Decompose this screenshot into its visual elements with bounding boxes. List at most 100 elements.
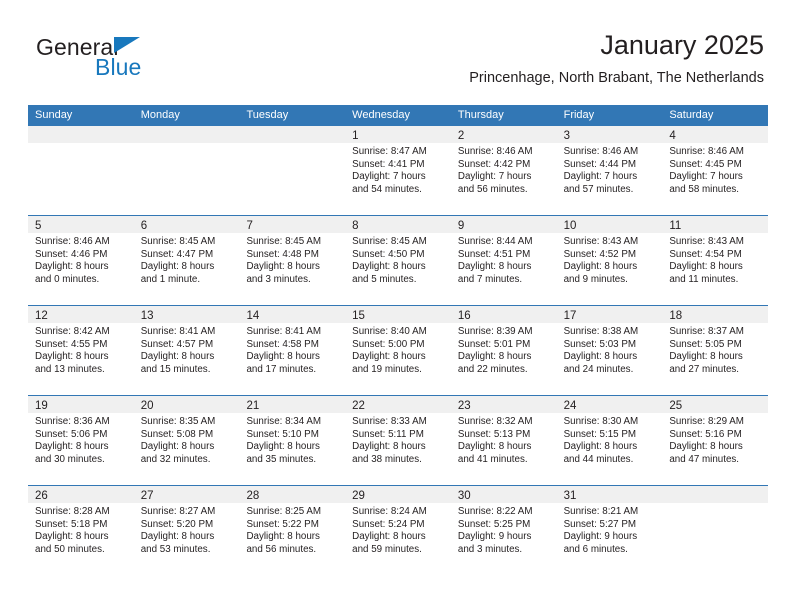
calendar-day-cell[interactable]: 30 Sunrise: 8:22 AM Sunset: 5:25 PM Dayligh… (450, 486, 557, 575)
day-sun-info: Sunrise: 8:41 AM Sunset: 4:58 PM Daylight:… (239, 323, 345, 376)
day-number: 9 (457, 220, 465, 232)
calendar-day-cell[interactable]: 2 Sunrise: 8:46 AM Sunset: 4:42 PM Daylight… (450, 126, 557, 215)
day-number-band: 23 (450, 396, 557, 413)
daylight-text-line1: Daylight: 8 hours (140, 351, 215, 363)
calendar-day-cell[interactable]: 11 Sunrise: 8:43 AM Sunset: 4:54 PM Dayligh… (662, 216, 769, 305)
sunrise-text: Sunrise: 8:21 AM (563, 506, 639, 517)
calendar-page: General Blue January 2025 Princenhage, N… (0, 0, 792, 612)
day-number: 21 (246, 400, 260, 412)
day-number-band: 14 (239, 306, 346, 323)
day-number-band: 5 (28, 216, 134, 233)
daylight-text-line1: Daylight: 9 hours (457, 531, 532, 543)
calendar-day-cell[interactable]: 17 Sunrise: 8:38 AM Sunset: 5:03 PM Dayligh… (556, 306, 663, 395)
sunrise-text: Sunrise: 8:46 AM (35, 236, 110, 247)
day-number: 11 (669, 220, 682, 232)
day-number-band: 25 (662, 396, 769, 413)
sunset-text: Sunset: 5:03 PM (563, 338, 637, 350)
weekday-header-tuesday: Tuesday (246, 109, 289, 121)
calendar-day-cell[interactable]: 12 Sunrise: 8:42 AM Sunset: 4:55 PM Dayligh… (28, 306, 134, 395)
daylight-text-line2: and 53 minutes. (140, 543, 211, 555)
sunrise-text: Sunrise: 8:45 AM (352, 236, 427, 247)
day-sun-info (662, 503, 768, 506)
daylight-text-line1: Daylight: 8 hours (35, 441, 109, 453)
day-number-band: 2 (450, 126, 557, 143)
day-number-band (662, 486, 769, 503)
calendar-day-cell[interactable]: 22 Sunrise: 8:33 AM Sunset: 5:11 PM Dayligh… (345, 396, 451, 485)
day-sun-info: Sunrise: 8:46 AM Sunset: 4:46 PM Daylight:… (28, 233, 134, 286)
sunrise-text: Sunrise: 8:35 AM (140, 416, 216, 427)
calendar-day-cell[interactable]: 24 Sunrise: 8:30 AM Sunset: 5:15 PM Dayligh… (556, 396, 663, 485)
calendar-day-cell[interactable]: 19 Sunrise: 8:36 AM Sunset: 5:06 PM Dayligh… (28, 396, 134, 485)
sunset-text: Sunset: 4:48 PM (246, 248, 319, 260)
weekday-header-saturday: Saturday (669, 109, 714, 121)
day-number: 19 (35, 400, 48, 412)
calendar-day-cell[interactable]: 7 Sunrise: 8:45 AM Sunset: 4:48 PM Daylight… (239, 216, 346, 305)
calendar-day-cell[interactable]: 4 Sunrise: 8:46 AM Sunset: 4:45 PM Daylight… (662, 126, 769, 215)
day-number: 22 (352, 400, 365, 412)
daylight-text-line2: and 6 minutes. (563, 543, 628, 555)
day-sun-info: Sunrise: 8:36 AM Sunset: 5:06 PM Daylight:… (28, 413, 134, 466)
sunset-text: Sunset: 5:01 PM (457, 338, 531, 350)
calendar-day-cell[interactable]: 5 Sunrise: 8:46 AM Sunset: 4:46 PM Daylight… (28, 216, 134, 305)
calendar-day-cell[interactable]: 20 Sunrise: 8:35 AM Sunset: 5:08 PM Dayligh… (133, 396, 240, 485)
daylight-text-line2: and 27 minutes. (669, 363, 740, 375)
sunset-text: Sunset: 4:57 PM (140, 338, 214, 350)
calendar-day-cell[interactable]: 29 Sunrise: 8:24 AM Sunset: 5:24 PM Dayligh… (345, 486, 451, 575)
day-sun-info: Sunrise: 8:32 AM Sunset: 5:13 PM Daylight:… (451, 413, 557, 466)
calendar-week-row: 26 Sunrise: 8:28 AM Sunset: 5:18 PM Dayligh… (28, 485, 769, 575)
daylight-text-line2: and 32 minutes. (140, 453, 211, 465)
daylight-text-line1: Daylight: 9 hours (563, 531, 638, 543)
calendar-day-cell[interactable]: 25 Sunrise: 8:29 AM Sunset: 5:16 PM Dayligh… (662, 396, 769, 485)
sunrise-text: Sunrise: 8:38 AM (563, 326, 639, 337)
daylight-text-line2: and 0 minutes. (35, 273, 100, 285)
calendar-day-cell[interactable]: 15 Sunrise: 8:40 AM Sunset: 5:00 PM Dayligh… (345, 306, 451, 395)
day-sun-info: Sunrise: 8:46 AM Sunset: 4:45 PM Daylight:… (662, 143, 768, 196)
calendar-day-cell[interactable]: 28 Sunrise: 8:25 AM Sunset: 5:22 PM Dayligh… (239, 486, 346, 575)
sunset-text: Sunset: 5:16 PM (669, 428, 742, 440)
day-number: 26 (35, 490, 48, 502)
daylight-text-line2: and 38 minutes. (352, 453, 422, 465)
sunrise-text: Sunrise: 8:41 AM (246, 326, 322, 337)
calendar-day-cell[interactable]: 9 Sunrise: 8:44 AM Sunset: 4:51 PM Daylight… (450, 216, 557, 305)
calendar-day-cell-empty (662, 486, 769, 575)
sunset-text: Sunset: 5:06 PM (35, 428, 108, 440)
day-number: 28 (246, 490, 260, 502)
day-number-band: 22 (345, 396, 451, 413)
calendar-day-cell[interactable]: 27 Sunrise: 8:27 AM Sunset: 5:20 PM Dayligh… (133, 486, 240, 575)
calendar-day-cell[interactable]: 16 Sunrise: 8:39 AM Sunset: 5:01 PM Dayligh… (450, 306, 557, 395)
general-blue-logo[interactable]: General Blue (36, 34, 236, 90)
day-number: 25 (669, 400, 683, 412)
calendar-day-cell[interactable]: 6 Sunrise: 8:45 AM Sunset: 4:47 PM Daylight… (133, 216, 240, 305)
calendar-day-cell[interactable]: 13 Sunrise: 8:41 AM Sunset: 4:57 PM Dayligh… (133, 306, 240, 395)
calendar-day-cell[interactable]: 14 Sunrise: 8:41 AM Sunset: 4:58 PM Dayligh… (239, 306, 346, 395)
sunset-text: Sunset: 5:10 PM (246, 428, 319, 440)
sunset-text: Sunset: 4:42 PM (457, 158, 531, 170)
day-number-band: 19 (28, 396, 134, 413)
calendar-week-row: 5 Sunrise: 8:46 AM Sunset: 4:46 PM Daylight… (28, 215, 769, 305)
day-number-band: 27 (133, 486, 240, 503)
daylight-text-line1: Daylight: 8 hours (457, 351, 532, 363)
daylight-text-line1: Daylight: 8 hours (457, 261, 532, 273)
daylight-text-line2: and 54 minutes. (352, 183, 422, 195)
day-number: 7 (246, 220, 253, 232)
daylight-text-line1: Daylight: 8 hours (669, 441, 743, 453)
calendar-day-cell[interactable]: 23 Sunrise: 8:32 AM Sunset: 5:13 PM Dayligh… (450, 396, 557, 485)
calendar-day-cell[interactable]: 31 Sunrise: 8:21 AM Sunset: 5:27 PM Dayligh… (556, 486, 663, 575)
day-number-band: 17 (556, 306, 663, 323)
calendar-day-cell[interactable]: 8 Sunrise: 8:45 AM Sunset: 4:50 PM Daylight… (345, 216, 451, 305)
calendar-day-cell[interactable]: 18 Sunrise: 8:37 AM Sunset: 5:05 PM Dayligh… (662, 306, 769, 395)
day-number-band: 16 (450, 306, 557, 323)
calendar-day-cell[interactable]: 21 Sunrise: 8:34 AM Sunset: 5:10 PM Dayligh… (239, 396, 346, 485)
calendar-day-cell[interactable]: 26 Sunrise: 8:28 AM Sunset: 5:18 PM Dayligh… (28, 486, 134, 575)
day-sun-info: Sunrise: 8:41 AM Sunset: 4:57 PM Daylight:… (134, 323, 240, 376)
daylight-text-line2: and 56 minutes. (246, 543, 317, 555)
day-number: 31 (563, 490, 577, 502)
calendar-day-cell[interactable]: 3 Sunrise: 8:46 AM Sunset: 4:44 PM Daylight… (556, 126, 663, 215)
day-sun-info: Sunrise: 8:22 AM Sunset: 5:25 PM Daylight:… (451, 503, 557, 556)
calendar-day-cell[interactable]: 1 Sunrise: 8:47 AM Sunset: 4:41 PM Daylight… (345, 126, 451, 215)
triangle-icon (114, 37, 140, 53)
day-sun-info: Sunrise: 8:43 AM Sunset: 4:54 PM Daylight:… (662, 233, 768, 286)
calendar-week-row: 12 Sunrise: 8:42 AM Sunset: 4:55 PM Dayligh… (28, 305, 769, 395)
day-number-band (28, 126, 134, 143)
calendar-day-cell[interactable]: 10 Sunrise: 8:43 AM Sunset: 4:52 PM Dayligh… (556, 216, 663, 305)
